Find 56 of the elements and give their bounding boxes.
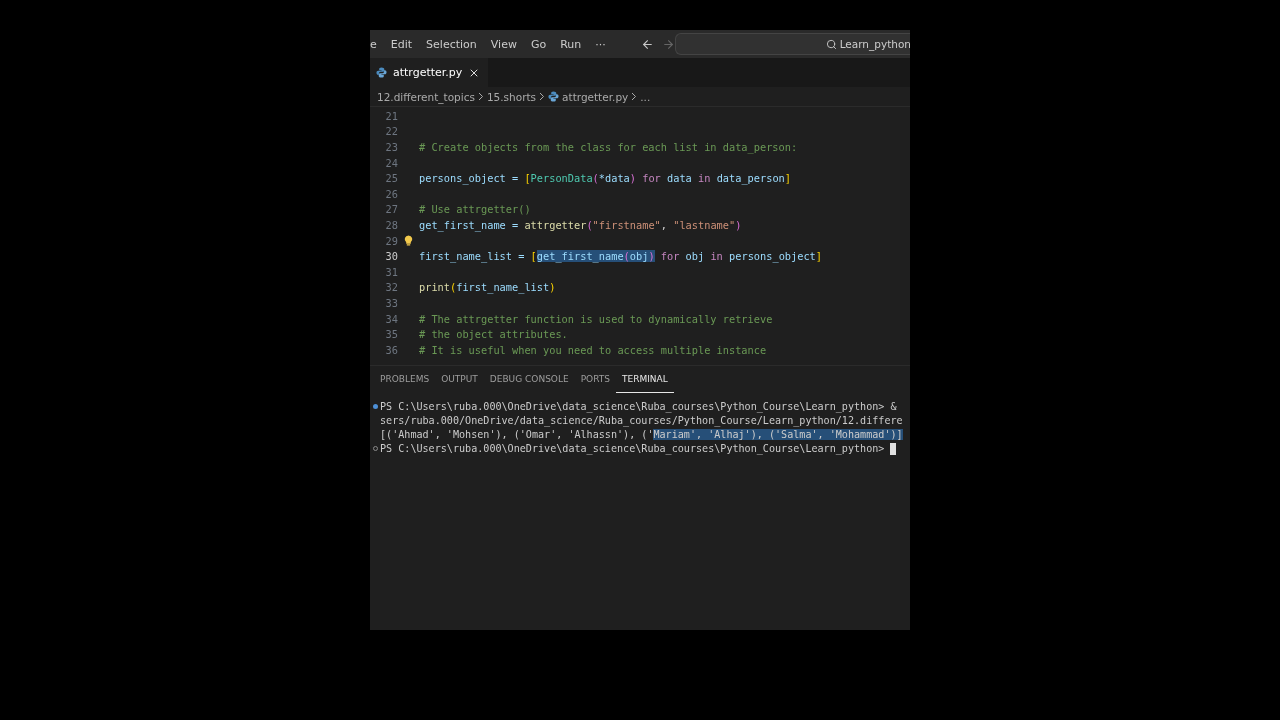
line-number: 25 (384, 172, 398, 185)
panel-tab[interactable]: DEBUG CONSOLE (483, 366, 575, 393)
code-line: get_first_name = attrgetter("firstname", "lastname") (419, 218, 742, 231)
menu-item[interactable]: Run (553, 37, 589, 51)
python-file-icon (376, 67, 387, 78)
code-line: print(first_name_list) (419, 281, 556, 294)
panel-tab[interactable]: OUTPUT (435, 366, 484, 393)
line-number: 36 (384, 343, 398, 356)
file-tab[interactable]: attrgetter.py (370, 58, 489, 87)
panel-tab[interactable]: PORTS (574, 366, 616, 393)
panel-tab[interactable]: PROBLEMS (374, 366, 436, 393)
search-icon (825, 38, 837, 50)
line-number: 34 (384, 312, 398, 325)
python-file-icon (548, 91, 560, 102)
code-line: # the object attributes. (419, 328, 568, 341)
line-number: 27 (384, 203, 398, 216)
line-number: 21 (384, 109, 398, 122)
breadcrumb-item[interactable]: ... (640, 90, 651, 103)
line-number: 22 (384, 125, 398, 138)
line-number: 26 (384, 187, 398, 200)
chevron-icon (631, 92, 638, 101)
breadcrumb-item[interactable]: 12.different_topics (377, 90, 475, 103)
code-line: # The attrgetter function is used to dynamically retrieve (419, 312, 773, 325)
chevron-icon (477, 92, 484, 101)
code-line: # Create objects from the class for each list in data_person: (419, 141, 798, 153)
line-number: 35 (384, 328, 398, 341)
line-number: 32 (384, 281, 398, 294)
command-status-icon[interactable] (372, 403, 378, 409)
terminal-line: sers/ruba.000/OneDrive/data_science/Ruba_courses/Python_Course/Learn_python/12.differe (380, 414, 903, 426)
breadcrumb-item[interactable]: 15.shorts (486, 90, 537, 103)
menu-item[interactable]: View (483, 37, 524, 51)
terminal-line: PS C:\Users\ruba.000\OneDrive\data_science\Ruba_courses\Python_Course\Learn_python> & (380, 400, 897, 412)
breadcrumb-item[interactable]: attrgetter.py (562, 90, 629, 103)
menu-item[interactable]: Edit (383, 37, 420, 51)
line-number: 29 (384, 234, 398, 247)
menu-item[interactable]: Selection (419, 37, 484, 51)
line-number: 31 (384, 265, 398, 278)
chevron-icon (539, 92, 546, 101)
line-number: 30 (384, 250, 398, 263)
line-number: 33 (384, 296, 398, 309)
menu-item[interactable]: e (370, 37, 384, 51)
code-line: # Use attrgetter() (419, 203, 531, 216)
code-line: first_name_list = [get_first_name(obj) for obj in persons_object] (419, 250, 823, 263)
menu-item[interactable]: ··· (588, 37, 613, 51)
line-number: 24 (384, 156, 398, 169)
search-field[interactable]: Learn_python (674, 33, 910, 55)
code-line: persons_object = [PersonData(*data) for data in data_person] (419, 172, 792, 185)
terminal-line: [('Ahmad', 'Mohsen'), ('Omar', 'Alhassn'), ('Mariam', 'Alhaj'), ('Salma', 'Mohammad')] (380, 428, 903, 440)
terminal-line: PS C:\Users\ruba.000\OneDrive\data_science\Ruba_courses\Python_Course\Learn_python> (380, 443, 885, 455)
back-arrow-icon[interactable] (640, 37, 654, 51)
menu-item[interactable]: Go (523, 37, 554, 51)
line-number: 28 (384, 218, 398, 231)
panel-tab[interactable]: TERMINAL (615, 366, 674, 393)
code-line: # It is useful when you need to access multiple instance (419, 343, 767, 356)
lightbulb-icon[interactable] (404, 235, 413, 247)
line-number: 23 (384, 141, 398, 153)
